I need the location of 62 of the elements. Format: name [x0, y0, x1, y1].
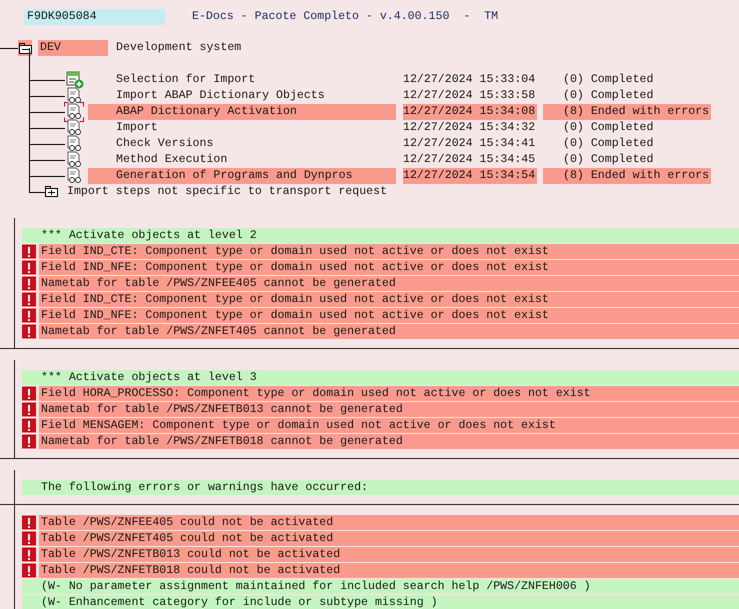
error-icon	[22, 531, 36, 546]
error-message: Field HORA_PROCESSO: Component type or domain used not active or does not exist	[39, 386, 739, 401]
expand-icon[interactable]	[45, 186, 58, 197]
step-timestamp: 12/27/2024 15:33:58	[403, 88, 536, 104]
step-timestamp: 12/27/2024 15:34:32	[403, 120, 536, 136]
step-name[interactable]: Selection for Import	[88, 72, 396, 88]
log-message: *** Activate objects at level 3	[22, 370, 739, 385]
error-icon	[22, 244, 36, 259]
step-timestamp: 12/27/2024 15:33:04	[403, 72, 536, 88]
step-name[interactable]: ABAP Dictionary Activation	[88, 104, 396, 120]
request-title: E-Docs - Pacote Completo - v.4.00.150 - TM	[192, 9, 498, 25]
error-icon	[22, 418, 36, 433]
step-timestamp: 12/27/2024 15:34:41	[403, 136, 536, 152]
step-status: (0) Completed	[562, 72, 654, 88]
error-icon	[22, 324, 36, 339]
log-message: *** Activate objects at level 2	[22, 228, 739, 243]
error-message: Field IND_NFE: Component type or domain used not active or does not exist	[39, 308, 739, 323]
error-message: Field MENSAGEM: Component type or domain used not active or does not exist	[39, 418, 739, 433]
error-icon	[22, 308, 36, 323]
error-icon	[22, 260, 36, 275]
step-status: (0) Completed	[562, 152, 654, 168]
error-message: Nametab for table /PWS/ZNFETB018 cannot be generated	[39, 434, 739, 449]
error-icon	[22, 402, 36, 417]
error-message: Table /PWS/ZNFETB013 could not be activated	[39, 547, 739, 562]
error-icon	[22, 547, 36, 562]
step-name[interactable]: Import	[88, 120, 396, 136]
error-icon	[22, 434, 36, 449]
system-name[interactable]: DEV	[38, 40, 108, 56]
log-message: (W- Enhancement category for include or subtype missing )	[22, 595, 739, 609]
error-message: Table /PWS/ZNFEE405 could not be activated	[39, 515, 739, 530]
step-status: (0) Completed	[562, 136, 654, 152]
step-timestamp: 12/27/2024 15:34:08	[403, 104, 537, 120]
selection-add-icon[interactable]	[64, 70, 84, 90]
log-message: (W- No parameter assignment maintained for included search help /PWS/ZNFEH006 )	[22, 579, 739, 594]
system-description: Development system	[116, 40, 242, 56]
transport-request-id: F9DK905084	[24, 9, 165, 25]
error-message: Field IND_CTE: Component type or domain used not active or does not exist	[39, 244, 739, 259]
step-name[interactable]: Check Versions	[88, 136, 396, 152]
error-message: Field IND_NFE: Component type or domain used not active or does not exist	[39, 260, 739, 275]
step-status: (0) Completed	[562, 120, 654, 136]
step-status: (8) Ended with errors	[543, 104, 711, 120]
step-timestamp: 12/27/2024 15:34:54	[403, 168, 537, 184]
step-name[interactable]: Method Execution	[88, 152, 396, 168]
error-message: Nametab for table /PWS/ZNFET405 cannot be generated	[39, 324, 739, 339]
error-icon	[22, 386, 36, 401]
error-icon	[22, 515, 36, 530]
step-name[interactable]: Import ABAP Dictionary Objects	[88, 88, 396, 104]
error-icon	[22, 276, 36, 291]
other-steps-node[interactable]: Import steps not specific to transport request	[67, 183, 388, 201]
error-icon	[22, 563, 36, 578]
step-status: (8) Ended with errors	[543, 168, 711, 184]
step-status: (0) Completed	[562, 88, 654, 104]
step-timestamp: 12/27/2024 15:34:45	[403, 152, 536, 168]
error-message: Nametab for table /PWS/ZNFETB013 cannot be generated	[39, 402, 739, 417]
error-icon	[22, 292, 36, 307]
step-name[interactable]: Generation of Programs and Dynpros	[88, 168, 396, 184]
error-message: Table /PWS/ZNFET405 could not be activated	[39, 531, 739, 546]
collapse-icon[interactable]	[19, 43, 32, 54]
error-message: Field IND_CTE: Component type or domain used not active or does not exist	[39, 292, 739, 307]
error-message: Table /PWS/ZNFETB018 could not be activated	[39, 563, 739, 578]
error-message: Nametab for table /PWS/ZNFEE405 cannot be generated	[39, 276, 739, 291]
log-message: The following errors or warnings have occurred:	[22, 480, 739, 495]
